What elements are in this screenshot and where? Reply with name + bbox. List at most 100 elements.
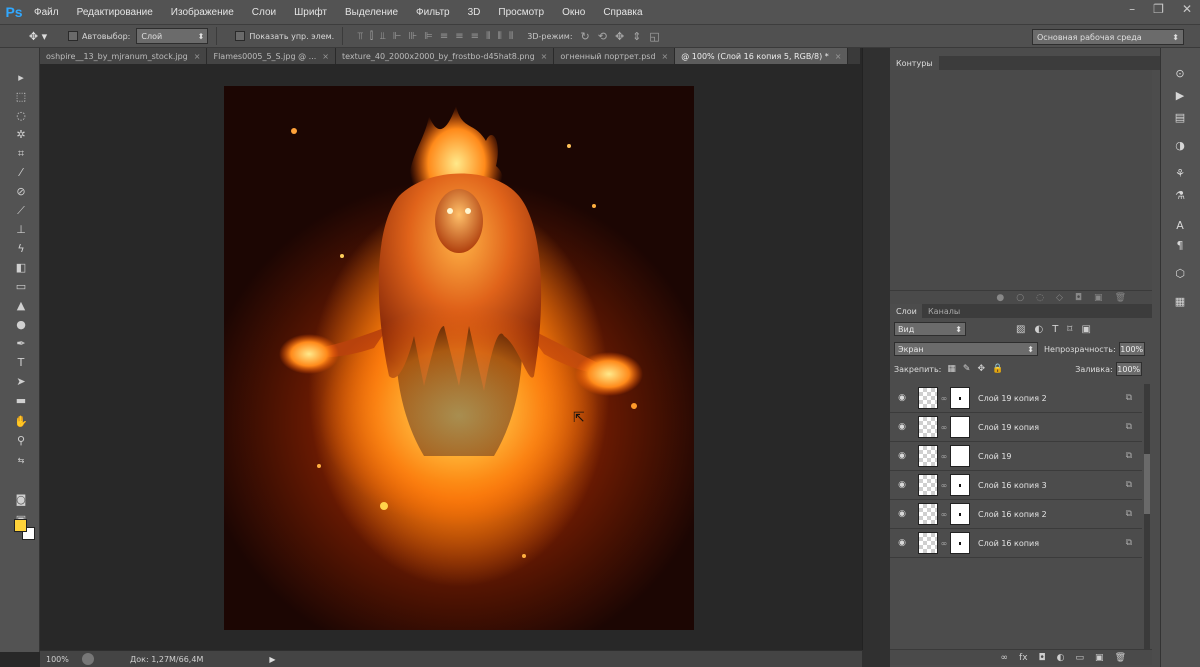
type-tool-icon[interactable]: T — [12, 355, 30, 371]
menu-filter[interactable]: Фильтр — [407, 7, 459, 18]
history-brush-tool-icon[interactable]: ϟ — [12, 241, 30, 257]
visibility-eye-icon[interactable]: ◉ — [890, 480, 914, 490]
menu-window[interactable]: Окно — [553, 7, 594, 18]
visibility-eye-icon[interactable]: ◉ — [890, 393, 914, 403]
3d-icon[interactable]: ⬡ — [1171, 266, 1189, 282]
fill-path-icon[interactable]: ● — [996, 293, 1004, 303]
new-path-icon[interactable]: ▣ — [1094, 293, 1103, 303]
menu-3d[interactable]: 3D — [459, 7, 490, 18]
mask-link-icon[interactable]: ∞ — [939, 452, 949, 461]
menu-view[interactable]: Просмотр — [489, 7, 553, 18]
document-canvas[interactable] — [224, 86, 694, 630]
menu-type[interactable]: Шрифт — [285, 7, 336, 18]
tab-layers[interactable]: Слои — [890, 304, 923, 318]
layer-name[interactable]: Слой 16 копия 3 — [978, 481, 1047, 490]
layer-mask-thumbnail[interactable] — [950, 532, 970, 554]
kind-filter-dropdown[interactable]: Вид ⬍ — [894, 322, 966, 336]
link-layers-icon[interactable]: ∞ — [1001, 653, 1009, 663]
status-menu-arrow-icon[interactable]: ▶ — [269, 655, 275, 664]
filter-shape-icon[interactable]: ⌑ — [1067, 324, 1072, 335]
close-button[interactable]: ✕ — [1182, 2, 1192, 16]
auto-select-toggle[interactable]: Автовыбор: — [68, 31, 130, 41]
document-tab[interactable]: Flames0005_5_S.jpg @ ... × — [207, 48, 336, 64]
load-selection-icon[interactable]: ◌ — [1036, 293, 1044, 303]
healing-brush-tool-icon[interactable]: ⊘ — [12, 184, 30, 200]
pen-tool-icon[interactable]: ✒ — [12, 336, 30, 352]
layer-row[interactable]: ◉ ∞ Слой 16 копия 3 ⧉ — [890, 471, 1142, 500]
show-transform-toggle[interactable]: Показать упр. элем. — [235, 31, 334, 41]
filter-adjustment-icon[interactable]: ◐ — [1034, 324, 1043, 335]
show-transform-checkbox[interactable] — [235, 31, 246, 41]
layer-row[interactable]: ◉ ∞ Слой 16 копия 2 ⧉ — [890, 500, 1142, 529]
workspace-dropdown[interactable]: Основная рабочая среда ⬍ — [1032, 29, 1184, 45]
layer-mask-thumbnail[interactable] — [950, 445, 970, 467]
lasso-tool-icon[interactable]: ◌ — [12, 108, 30, 124]
color-icon[interactable]: ◑ — [1171, 138, 1189, 154]
crop-tool-icon[interactable]: ⌗ — [12, 146, 30, 162]
make-work-path-icon[interactable]: ◇ — [1056, 293, 1063, 303]
layer-name[interactable]: Слой 16 копия 2 — [978, 510, 1047, 519]
fill-input[interactable]: 100% — [1115, 362, 1142, 376]
close-icon[interactable]: × — [541, 52, 548, 61]
mask-link-icon[interactable]: ∞ — [939, 481, 949, 490]
opacity-input[interactable]: 100% — [1118, 342, 1145, 356]
add-layer-mask-icon[interactable]: ◘ — [1039, 653, 1046, 663]
move-tool-icon[interactable]: ▸ — [12, 70, 30, 86]
menu-image[interactable]: Изображение — [162, 7, 243, 18]
filter-smart-icon[interactable]: ▣ — [1081, 324, 1090, 335]
stroke-path-icon[interactable]: ○ — [1016, 293, 1024, 303]
clone-stamp-tool-icon[interactable]: ⊥ — [12, 222, 30, 238]
lock-all-icon[interactable]: 🔒 — [992, 364, 1003, 374]
new-group-icon[interactable]: ▭ — [1076, 653, 1085, 663]
blend-mode-dropdown[interactable]: Экран ⬍ — [894, 342, 1038, 356]
canvas-area[interactable]: ⇱ — [40, 64, 862, 650]
trash-icon[interactable]: 🗑 — [1115, 293, 1126, 303]
filter-pixel-icon[interactable]: ▨ — [1016, 324, 1025, 335]
layer-name[interactable]: Слой 16 копия — [978, 539, 1039, 548]
measurement-icon[interactable]: ▦ — [1171, 294, 1189, 310]
align-bottom-icon[interactable]: ⫫ — [380, 31, 386, 42]
restore-button[interactable]: ❐ — [1153, 2, 1164, 16]
3d-scale-icon[interactable]: ◱ — [649, 30, 659, 43]
mask-link-icon[interactable]: ∞ — [939, 423, 949, 432]
menu-edit[interactable]: Редактирование — [68, 7, 162, 18]
lock-pixels-icon[interactable]: ✎ — [963, 364, 971, 374]
brush-icon[interactable]: ⚗ — [1171, 188, 1189, 204]
properties-icon[interactable]: ▤ — [1171, 110, 1189, 126]
blur-tool-icon[interactable]: ▲ — [12, 298, 30, 314]
layer-mask-thumbnail[interactable] — [950, 503, 970, 525]
align-top-icon[interactable]: ⫪ — [357, 31, 363, 42]
tab-paths[interactable]: Контуры — [890, 56, 939, 70]
quick-mask-icon[interactable]: ◙ — [12, 492, 30, 508]
canvas-vertical-scrollbar[interactable] — [862, 48, 890, 652]
lock-position-icon[interactable]: ✥ — [977, 364, 985, 374]
layer-style-fx-icon[interactable]: fx — [1019, 653, 1028, 663]
gradient-tool-icon[interactable]: ▭ — [12, 279, 30, 295]
rectangle-tool-icon[interactable]: ▬ — [12, 393, 30, 409]
filter-type-icon[interactable]: T — [1052, 324, 1058, 335]
visibility-eye-icon[interactable]: ◉ — [890, 422, 914, 432]
layer-name[interactable]: Слой 19 копия — [978, 423, 1039, 432]
close-icon[interactable]: × — [322, 52, 329, 61]
eraser-tool-icon[interactable]: ◧ — [12, 260, 30, 276]
history-icon[interactable]: ⊙ — [1171, 66, 1189, 82]
move-tool-preset-icon[interactable]: ✥ ▾ — [18, 26, 58, 46]
eyedropper-tool-icon[interactable]: ⁄ — [12, 165, 30, 181]
brush-tool-icon[interactable]: ⟋ — [12, 203, 30, 219]
distribute-left-icon[interactable]: ⦀ — [486, 31, 490, 42]
layer-mask-thumbnail[interactable] — [950, 416, 970, 438]
mask-link-icon[interactable]: ∞ — [939, 394, 949, 403]
new-layer-icon[interactable]: ▣ — [1095, 653, 1104, 663]
menu-select[interactable]: Выделение — [336, 7, 407, 18]
layer-name[interactable]: Слой 19 — [978, 452, 1012, 461]
3d-roll-icon[interactable]: ⟲ — [598, 30, 607, 43]
distribute-middle-icon[interactable]: ≡ — [455, 31, 463, 42]
scrollbar-thumb[interactable] — [1144, 454, 1150, 514]
tab-channels[interactable]: Каналы — [922, 304, 967, 318]
distribute-center-icon[interactable]: ⦀ — [497, 31, 501, 42]
path-selection-tool-icon[interactable]: ➤ — [12, 374, 30, 390]
close-icon[interactable]: × — [835, 52, 842, 61]
add-mask-icon[interactable]: ◘ — [1075, 293, 1082, 303]
document-tab[interactable]: огненный портрет.psd × — [554, 48, 676, 64]
close-icon[interactable]: × — [662, 52, 669, 61]
